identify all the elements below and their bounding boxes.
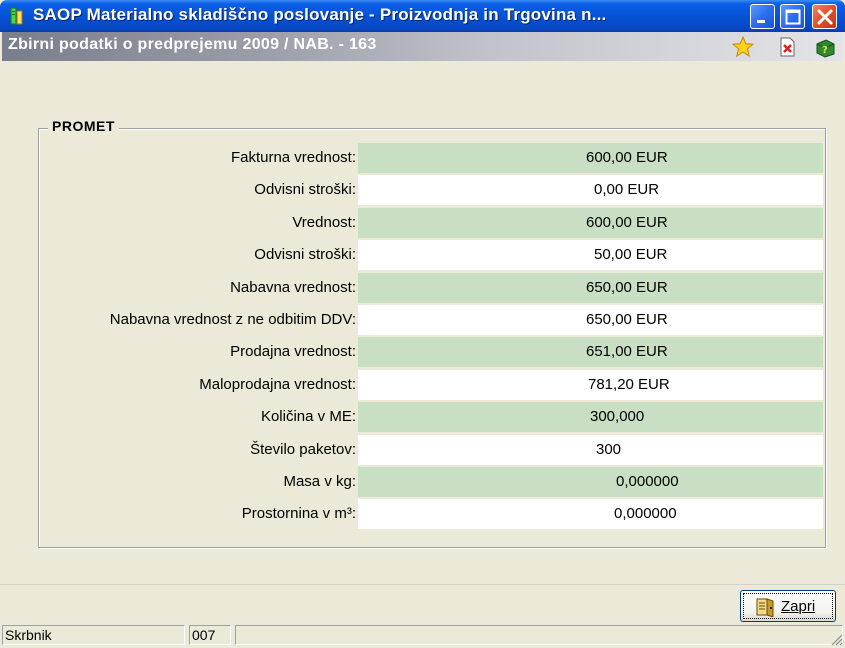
row-value-field: 600,00 EUR [358, 143, 823, 173]
promet-row: Odvisni stroški: 50,00 EUR [40, 240, 830, 270]
app-window: SAOP Materialno skladiščno poslovanje - … [0, 0, 845, 648]
row-value: 50,00 EUR [594, 246, 668, 263]
row-label: Prostornina v m³: [241, 505, 356, 522]
close-window-button[interactable] [812, 4, 837, 29]
form-title: Zbirni podatki o predprejemu 2009 / NAB.… [8, 36, 377, 53]
row-value-field: 781,20 EUR [358, 370, 823, 400]
row-value: 0,000000 [614, 505, 677, 522]
promet-row: Prostornina v m³: 0,000000 [40, 499, 830, 529]
row-value-field: 0,000000 [358, 499, 823, 529]
promet-row: Nabavna vrednost z ne odbitim DDV: 650,00… [40, 305, 830, 335]
row-value-field: 600,00 EUR [358, 208, 823, 238]
promet-row: Masa v kg: 0,000000 [40, 467, 830, 497]
promet-row: Število paketov: 300 [40, 435, 830, 465]
row-label: Količina v ME: [260, 408, 356, 425]
row-label: Nabavna vrednost z ne odbitim DDV: [109, 311, 356, 328]
status-extra [235, 625, 843, 645]
svg-text:?: ? [822, 45, 828, 56]
row-value-field: 50,00 EUR [358, 240, 823, 270]
row-value-field: 0,000000 [358, 467, 823, 497]
resize-grip-icon[interactable] [829, 632, 843, 646]
minimize-button[interactable] [750, 4, 775, 29]
minimize-icon [757, 20, 765, 23]
row-value: 0,000000 [616, 473, 679, 490]
close-icon [817, 9, 833, 25]
form-header: Zbirni podatki o predprejemu 2009 / NAB.… [2, 32, 843, 61]
row-label: Fakturna vrednost: [230, 149, 356, 166]
group-title: PROMET [48, 118, 119, 134]
row-value-field: 650,00 EUR [358, 273, 823, 303]
row-label: Odvisni stroški: [254, 181, 356, 198]
row-value: 300,000 [590, 408, 645, 425]
row-value-field: 651,00 EUR [358, 337, 823, 367]
status-code: 007 [189, 625, 231, 645]
promet-row: Prodajna vrednost: 651,00 EUR [40, 337, 830, 367]
row-value: 0,00 EUR [594, 181, 660, 198]
row-value-field: 650,00 EUR [358, 305, 823, 335]
help-icon[interactable]: ? [814, 36, 836, 58]
row-label: Maloprodajna vrednost: [199, 376, 356, 393]
close-button[interactable]: Zapri [740, 590, 836, 622]
row-label: Odvisni stroški: [254, 246, 356, 263]
row-value-field: 300 [358, 435, 823, 465]
app-icon [10, 7, 23, 25]
status-bar: Skrbnik 007 [0, 622, 845, 648]
row-label: Masa v kg: [283, 473, 356, 490]
promet-row: Odvisni stroški: 0,00 EUR [40, 175, 830, 205]
row-value: 651,00 EUR [586, 343, 668, 360]
status-code-text: 007 [192, 627, 216, 643]
row-value-field: 0,00 EUR [358, 175, 823, 205]
title-bar[interactable]: SAOP Materialno skladiščno poslovanje - … [0, 0, 845, 32]
promet-row: Vrednost: 600,00 EUR [40, 208, 830, 238]
row-value: 600,00 EUR [586, 149, 668, 166]
door-exit-icon [756, 598, 774, 617]
row-label: Vrednost: [292, 214, 356, 231]
status-user: Skrbnik [2, 625, 185, 645]
close-button-label: Zapri [781, 598, 816, 615]
promet-row: Maloprodajna vrednost: 781,20 EUR [40, 370, 830, 400]
row-value: 650,00 EUR [586, 279, 668, 296]
maximize-button[interactable] [780, 4, 805, 29]
separator [0, 584, 845, 585]
window-title: SAOP Materialno skladiščno poslovanje - … [33, 5, 607, 24]
row-value: 600,00 EUR [586, 214, 668, 231]
promet-row: Nabavna vrednost: 650,00 EUR [40, 273, 830, 303]
row-value-field: 300,000 [358, 402, 823, 432]
status-user-text: Skrbnik [5, 627, 52, 643]
row-label: Število paketov: [250, 441, 356, 458]
row-value: 650,00 EUR [586, 311, 668, 328]
row-value: 300 [596, 441, 622, 458]
row-value: 781,20 EUR [588, 376, 670, 393]
row-label: Prodajna vrednost: [230, 343, 356, 360]
promet-row: Količina v ME: 300,000 [40, 402, 830, 432]
row-label: Nabavna vrednost: [230, 279, 356, 296]
maximize-icon [785, 9, 801, 25]
close-document-icon[interactable] [776, 36, 798, 58]
favorite-star-icon[interactable] [732, 36, 754, 58]
promet-row: Fakturna vrednost: 600,00 EUR [40, 143, 830, 173]
